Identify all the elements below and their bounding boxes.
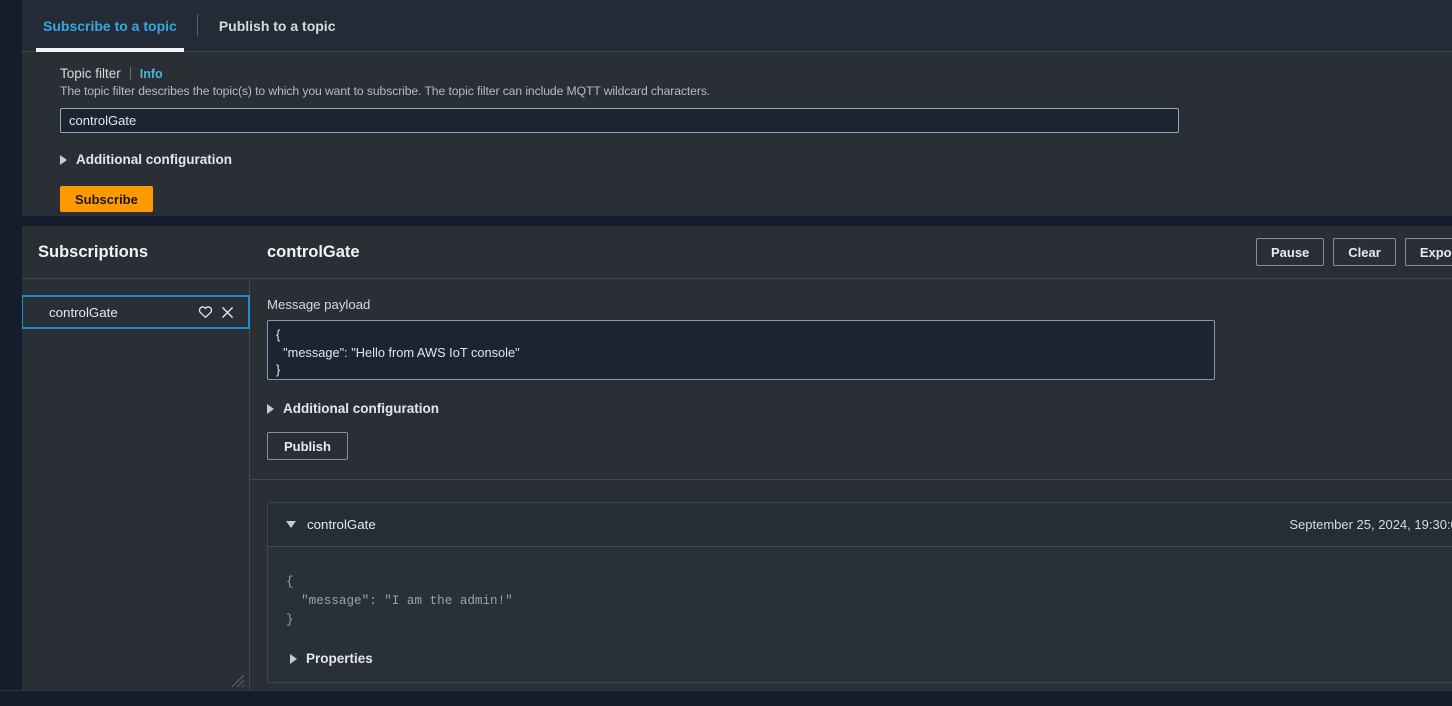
tab-label: Publish to a topic [218, 17, 336, 34]
close-icon[interactable] [216, 301, 238, 323]
export-button[interactable]: Export [1404, 238, 1452, 266]
caret-right-icon [290, 653, 297, 664]
message-topic: controlGate [307, 517, 376, 532]
publish-additional-configuration-toggle[interactable]: Additional configuration [267, 401, 439, 416]
message-payload-input[interactable] [267, 320, 1215, 380]
additional-configuration-label: Additional configuration [76, 152, 232, 167]
detail-divider [250, 479, 1452, 480]
subscribe-additional-configuration-toggle[interactable]: Additional configuration [60, 152, 232, 167]
message-card: controlGate September 25, 2024, 19:30:02… [267, 502, 1452, 684]
tab-subscribe-to-a-topic[interactable]: Subscribe to a topic [22, 0, 198, 52]
selected-topic-title: controlGate [267, 242, 360, 261]
properties-label: Properties [306, 651, 373, 667]
message-body: { "message": "I am the admin!" } [268, 547, 1452, 638]
resize-grip-icon[interactable] [229, 672, 245, 688]
subscribe-button[interactable]: Subscribe [60, 186, 153, 212]
clear-button[interactable]: Clear [1333, 238, 1396, 266]
subscriptions-header: Subscriptions controlGate Pause Clear Ex… [22, 226, 1452, 279]
message-card-header[interactable]: controlGate September 25, 2024, 19:30:02 [268, 503, 1452, 547]
topic-filter-label-row: Topic filter Info [60, 66, 1452, 81]
subscription-list-item-controlgate[interactable]: controlGate [22, 295, 250, 329]
publish-button[interactable]: Publish [267, 432, 348, 460]
subscriptions-body: controlGate Message payload {"message":… [22, 279, 1452, 690]
message-properties-toggle[interactable]: Properties [290, 651, 373, 666]
subscriptions-panel: Subscriptions controlGate Pause Clear Ex… [22, 226, 1452, 690]
topic-filter-description: The topic filter describes the topic(s) … [60, 84, 711, 98]
topic-filter-input[interactable] [60, 108, 1179, 133]
subscription-label: controlGate [49, 304, 118, 320]
mqtt-test-client-page: Subscribe to a topic Publish to a topic … [0, 0, 1452, 706]
caret-right-icon [267, 403, 274, 414]
message-footer: Properties [268, 637, 1452, 683]
info-link[interactable]: Info [140, 67, 163, 81]
topic-filter-label: Topic filter [60, 66, 121, 81]
heart-icon[interactable] [194, 301, 216, 323]
message-payload-line-2: "message": "I am the admin!" [286, 593, 513, 608]
pause-button[interactable]: Pause [1255, 238, 1325, 266]
message-payload-line-3: } [286, 612, 294, 627]
tab-bar: Subscribe to a topic Publish to a topic [22, 0, 1452, 52]
message-payload-line-1: { [286, 575, 294, 589]
tab-label: Subscribe to a topic [43, 17, 177, 34]
message-payload-label: Message payload [267, 297, 371, 312]
subscribe-form: Topic filter Info The topic filter descr… [22, 52, 1452, 212]
tab-publish-to-a-topic[interactable]: Publish to a topic [198, 0, 357, 51]
header-actions: Pause Clear Export [1255, 238, 1452, 266]
label-divider [129, 67, 131, 80]
message-timestamp: September 25, 2024, 19:30:02 [1289, 517, 1452, 532]
additional-configuration-label: Additional configuration [283, 401, 439, 416]
subscriptions-title: Subscriptions [38, 242, 149, 261]
subscription-detail: Message payload Additional configuration… [250, 279, 1452, 690]
page-bottom-strip [0, 690, 1452, 706]
subscriptions-sidebar: controlGate [22, 279, 250, 690]
caret-right-icon [60, 154, 67, 165]
subscribe-panel: Subscribe to a topic Publish to a topic … [22, 0, 1452, 216]
caret-down-icon [286, 521, 296, 528]
